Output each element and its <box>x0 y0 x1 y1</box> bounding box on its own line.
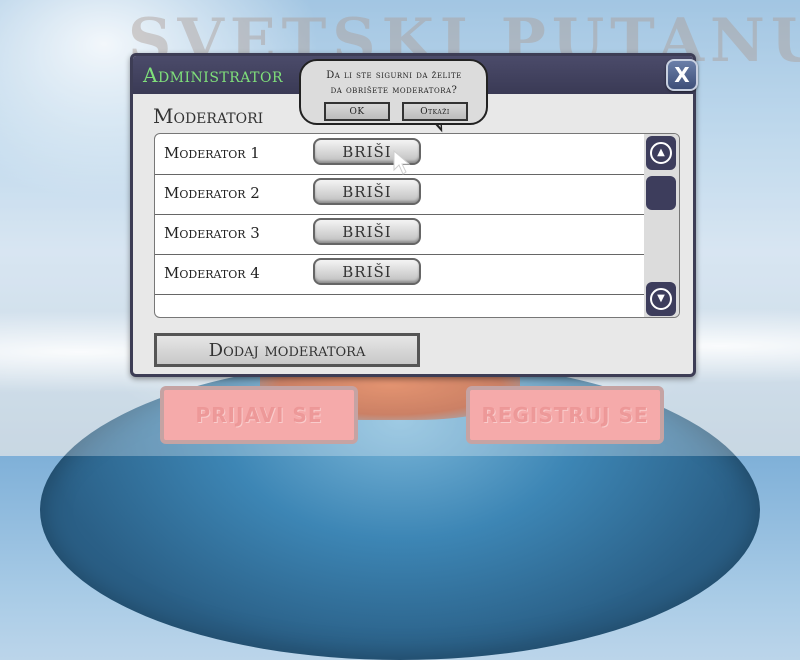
moderator-name: Moderator 1 <box>164 144 260 162</box>
list-item: Moderator 2 BRIŠI <box>155 174 645 215</box>
moderator-name: Moderator 4 <box>164 264 260 282</box>
moderator-name: Moderator 2 <box>164 184 260 202</box>
confirm-delete-bubble: Da li ste sigurni da želite da obrišete … <box>299 59 488 125</box>
close-button[interactable]: X <box>666 59 698 91</box>
confirm-message-line1: Da li ste sigurni da želite <box>326 70 462 81</box>
scroll-thumb[interactable] <box>646 176 676 210</box>
mouse-cursor-icon <box>393 150 411 175</box>
scrollbar[interactable]: ▲ ▼ <box>644 134 679 317</box>
delete-moderator-button[interactable]: BRIŠI <box>313 178 421 205</box>
section-title: Moderatori <box>153 104 264 128</box>
dialog-title: Administrator <box>143 63 283 87</box>
chevron-up-icon: ▲ <box>650 142 672 164</box>
moderator-list: Moderator 1 BRIŠI Moderator 2 BRIŠI Mode… <box>154 133 680 318</box>
moderator-name: Moderator 3 <box>164 224 260 242</box>
confirm-message: Da li ste sigurni da želite da obrišete … <box>309 68 479 98</box>
delete-moderator-button[interactable]: BRIŠI <box>313 258 421 285</box>
confirm-cancel-button[interactable]: Otkaži <box>402 102 468 121</box>
add-moderator-button[interactable]: Dodaj moderatora <box>154 333 420 367</box>
scroll-down-button[interactable]: ▼ <box>646 282 676 316</box>
scroll-up-button[interactable]: ▲ <box>646 136 676 170</box>
list-item: Moderator 4 BRIŠI <box>155 254 645 295</box>
list-item: Moderator 3 BRIŠI <box>155 214 645 255</box>
chevron-down-icon: ▼ <box>650 288 672 310</box>
confirm-ok-button[interactable]: OK <box>324 102 390 121</box>
delete-moderator-button[interactable]: BRIŠI <box>313 218 421 245</box>
confirm-message-line2: da obrišete moderatora? <box>330 85 458 96</box>
close-icon: X <box>674 63 690 87</box>
